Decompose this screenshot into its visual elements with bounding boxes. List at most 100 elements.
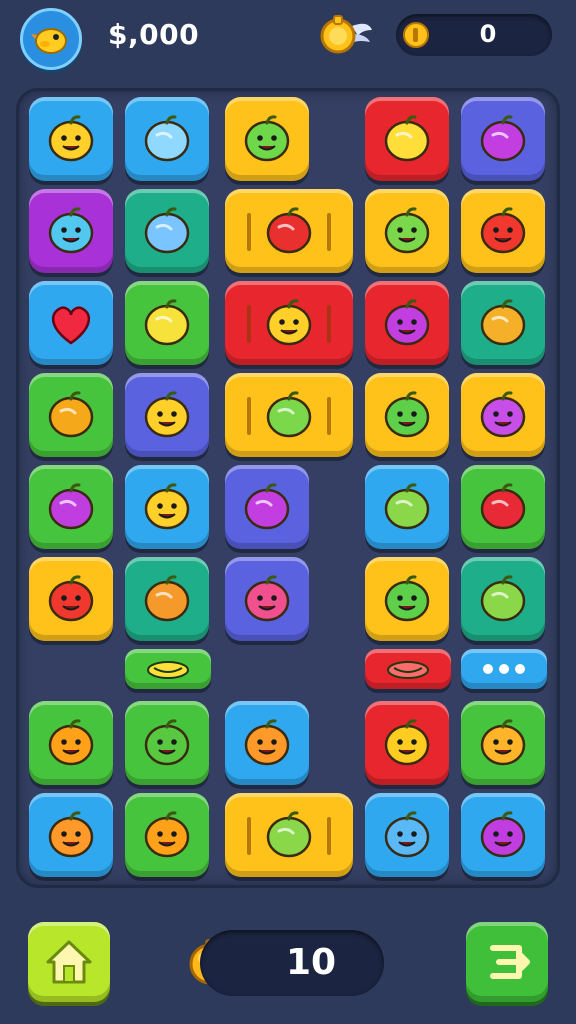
home-button[interactable] xyxy=(28,922,110,1002)
red-pepper-icon xyxy=(480,483,526,530)
game-tile[interactable] xyxy=(461,557,545,641)
purple-apple-icon xyxy=(244,483,290,530)
bottom-bar: 10 xyxy=(0,900,576,1024)
purple-apple-icon xyxy=(480,115,526,162)
orange-bear-face-icon xyxy=(48,811,94,858)
score-label: $,000 xyxy=(108,18,200,51)
blue-ball-face-icon xyxy=(48,207,94,254)
game-tile[interactable] xyxy=(29,465,113,549)
game-tile[interactable] xyxy=(365,465,449,549)
game-tile[interactable] xyxy=(29,373,113,457)
yellow-pear-face-icon xyxy=(144,483,190,530)
moves-count: 10 xyxy=(285,942,337,983)
player-avatar[interactable] xyxy=(20,8,82,70)
game-tile[interactable] xyxy=(125,557,209,641)
game-tile[interactable] xyxy=(461,465,545,549)
game-tile[interactable] xyxy=(29,701,113,785)
game-tile[interactable] xyxy=(365,557,449,641)
game-tile[interactable] xyxy=(125,701,209,785)
yellow-duck-icon xyxy=(48,115,94,162)
green-star-monster-icon xyxy=(384,391,430,438)
yellow-bird-icon xyxy=(31,28,67,54)
yellow-face-icon xyxy=(384,719,430,766)
game-tile[interactable] xyxy=(29,793,113,877)
game-tile[interactable] xyxy=(29,97,113,181)
pineapple-icon xyxy=(48,391,94,438)
banana-icon xyxy=(147,661,189,679)
game-tile[interactable] xyxy=(461,701,545,785)
winged-coin-icon xyxy=(312,12,374,58)
purple-blob-icon xyxy=(480,391,526,438)
game-tile[interactable] xyxy=(29,557,113,641)
game-tile[interactable] xyxy=(461,373,545,457)
game-tile[interactable] xyxy=(461,281,545,365)
game-tile[interactable] xyxy=(225,189,353,273)
yellow-blob-face-icon xyxy=(266,299,312,346)
green-melon-icon xyxy=(480,575,526,622)
orange-melon-icon xyxy=(480,299,526,346)
game-tile[interactable] xyxy=(365,281,449,365)
game-tile[interactable] xyxy=(125,465,209,549)
green-blob-face-icon xyxy=(384,575,430,622)
watermelon-slice-icon xyxy=(387,661,429,679)
green-monster-icon xyxy=(244,115,290,162)
game-tile[interactable] xyxy=(225,557,309,641)
orange-watermelon-icon xyxy=(144,575,190,622)
game-tile[interactable] xyxy=(125,281,209,365)
exit-door-icon xyxy=(490,945,530,979)
coin-icon xyxy=(403,22,429,48)
coin-count: 0 xyxy=(479,20,497,48)
game-tile[interactable] xyxy=(225,793,353,877)
game-tile[interactable] xyxy=(365,373,449,457)
game-tile[interactable] xyxy=(125,793,209,877)
game-tile[interactable] xyxy=(365,793,449,877)
pink-berry-face-icon xyxy=(244,575,290,622)
lollipop-icon xyxy=(384,115,430,162)
game-tile[interactable] xyxy=(225,701,309,785)
green-apple-face-icon xyxy=(144,719,190,766)
moves-counter: 10 xyxy=(200,930,384,996)
green-frog-icon xyxy=(384,207,430,254)
blue-candy-icon xyxy=(144,207,190,254)
game-tile[interactable] xyxy=(225,373,353,457)
game-board xyxy=(16,88,560,888)
game-tile[interactable] xyxy=(461,649,547,689)
exit-button[interactable] xyxy=(466,922,548,1002)
game-tile[interactable] xyxy=(225,465,309,549)
game-tile[interactable] xyxy=(365,701,449,785)
red-heart-icon xyxy=(51,306,91,345)
game-tile[interactable] xyxy=(461,97,545,181)
game-tile[interactable] xyxy=(365,97,449,181)
game-tile[interactable] xyxy=(461,793,545,877)
purple-plum-icon xyxy=(48,483,94,530)
game-tile[interactable] xyxy=(365,189,449,273)
game-tile[interactable] xyxy=(29,281,113,365)
purple-plum-face-icon xyxy=(480,811,526,858)
game-tile[interactable] xyxy=(125,373,209,457)
game-tile[interactable] xyxy=(125,97,209,181)
top-hud: $,000 0 xyxy=(0,0,576,80)
home-icon xyxy=(46,940,92,984)
game-tile[interactable] xyxy=(29,189,113,273)
game-tile[interactable] xyxy=(125,649,211,689)
orange-face-icon xyxy=(48,719,94,766)
orange-pear-face-icon xyxy=(480,719,526,766)
red-apple-face-icon xyxy=(48,575,94,622)
more-dots-icon xyxy=(483,664,525,674)
game-tile[interactable] xyxy=(125,189,209,273)
blue-puzzle-icon xyxy=(144,115,190,162)
green-melon-icon xyxy=(266,811,312,858)
purple-apple-face-icon xyxy=(384,299,430,346)
lemon-icon xyxy=(144,299,190,346)
game-tile[interactable] xyxy=(365,649,451,689)
yellow-star-face-icon xyxy=(144,391,190,438)
blue-smiley-icon xyxy=(384,811,430,858)
game-tile[interactable] xyxy=(461,189,545,273)
green-leaf-icon xyxy=(266,391,312,438)
game-tile[interactable] xyxy=(225,281,353,365)
orange-face-icon xyxy=(144,811,190,858)
red-strawberry-icon xyxy=(266,207,312,254)
game-tile[interactable] xyxy=(225,97,309,181)
red-apple-face-icon xyxy=(480,207,526,254)
orange-bear-face-icon xyxy=(244,719,290,766)
